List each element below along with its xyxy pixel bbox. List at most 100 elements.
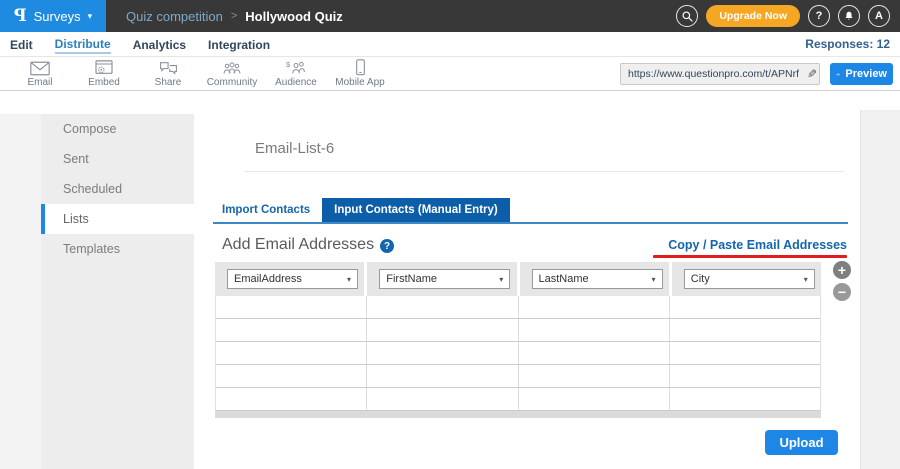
sidebar-item-compose[interactable]: Compose	[41, 114, 194, 144]
table-cell[interactable]	[670, 365, 820, 387]
contacts-table-body	[215, 296, 821, 411]
table-cell[interactable]	[670, 296, 820, 318]
table-cell[interactable]	[216, 388, 367, 410]
copy-paste-email-addresses-link[interactable]: Copy / Paste Email Addresses	[668, 238, 847, 252]
remove-row-button[interactable]: −	[833, 283, 851, 301]
toolbar-item-share[interactable]: Share	[136, 58, 200, 90]
sidebar-item-lists[interactable]: Lists	[41, 204, 194, 234]
table-cell[interactable]	[216, 342, 367, 364]
toolbar-item-email[interactable]: Email	[8, 58, 72, 90]
table-cell[interactable]	[670, 319, 820, 341]
toolbar-item-label: Audience	[275, 77, 317, 88]
survey-url-input[interactable]	[621, 68, 801, 80]
table-cell[interactable]	[519, 296, 670, 318]
table-row	[216, 296, 820, 319]
table-cell[interactable]	[367, 296, 518, 318]
column-select-email-address[interactable]: EmailAddress ▾	[227, 269, 358, 289]
table-cell[interactable]	[367, 388, 518, 410]
sidebar-item-templates[interactable]: Templates	[41, 234, 194, 264]
left-margin	[0, 114, 41, 469]
contacts-tabs: Import Contacts Input Contacts (Manual E…	[222, 198, 510, 222]
avatar[interactable]: A	[868, 5, 890, 27]
edit-url-icon[interactable]: ✎	[801, 67, 819, 81]
column-header: LastName ▾	[520, 262, 672, 296]
tab-input-contacts-manual-entry[interactable]: Input Contacts (Manual Entry)	[322, 198, 510, 222]
column-select-first-name[interactable]: FirstName ▾	[379, 269, 510, 289]
product-switcher-label: Surveys	[34, 9, 81, 24]
table-cell[interactable]	[367, 365, 518, 387]
table-cell[interactable]	[367, 319, 518, 341]
toolbar-item-community[interactable]: Community	[200, 58, 264, 90]
section-title: Add Email Addresses	[222, 236, 374, 254]
breadcrumb-parent-link[interactable]: Quiz competition	[126, 9, 223, 24]
topbar-actions: Upgrade Now ? A	[676, 0, 890, 32]
survey-url-field: ✎	[620, 63, 820, 85]
nav-item-integration[interactable]: Integration	[208, 35, 270, 53]
breadcrumb: Quiz competition > Hollywood Quiz	[126, 9, 343, 24]
bell-icon	[843, 10, 855, 22]
toolbar-item-label: Community	[207, 77, 258, 88]
nav-item-distribute[interactable]: Distribute	[55, 34, 111, 54]
table-row	[216, 388, 820, 411]
responses-count[interactable]: Responses: 12	[805, 37, 890, 51]
upload-button[interactable]: Upload	[765, 430, 838, 455]
search-icon	[681, 10, 694, 23]
search-button[interactable]	[676, 5, 698, 27]
select-value: LastName	[539, 273, 589, 285]
table-row	[216, 365, 820, 388]
column-select-last-name[interactable]: LastName ▾	[532, 269, 663, 289]
share-icon	[159, 59, 178, 76]
distribute-toolbar: Email Embed Share Community $ Audience	[0, 57, 900, 91]
email-sidebar: Compose Sent Scheduled Lists Templates	[41, 114, 194, 469]
column-select-city[interactable]: City ▾	[684, 269, 815, 289]
table-cell[interactable]	[519, 342, 670, 364]
survey-nav: Edit Distribute Analytics Integration Re…	[0, 32, 900, 57]
nav-item-analytics[interactable]: Analytics	[133, 35, 186, 53]
right-margin	[860, 110, 900, 469]
upgrade-button[interactable]: Upgrade Now	[706, 5, 800, 27]
table-cell[interactable]	[367, 342, 518, 364]
toolbar-item-label: Email	[27, 77, 52, 88]
select-value: FirstName	[386, 273, 437, 285]
contacts-table: EmailAddress ▾ FirstName ▾ LastName ▾ Ci…	[215, 262, 821, 411]
toolbar-item-label: Embed	[88, 77, 120, 88]
sidebar-item-sent[interactable]: Sent	[41, 144, 194, 174]
sidebar-item-scheduled[interactable]: Scheduled	[41, 174, 194, 204]
annotation-red-underline	[653, 255, 847, 258]
table-cell[interactable]	[670, 388, 820, 410]
eye-icon	[836, 70, 840, 79]
chevron-down-icon: ▾	[651, 275, 655, 284]
community-icon	[222, 59, 242, 76]
table-cell[interactable]	[519, 319, 670, 341]
product-switcher[interactable]: P Surveys ▾	[0, 0, 106, 32]
table-cell[interactable]	[519, 365, 670, 387]
preview-button[interactable]: Preview	[830, 63, 893, 85]
help-icon[interactable]: ?	[380, 239, 394, 253]
breadcrumb-current: Hollywood Quiz	[245, 9, 343, 24]
help-button[interactable]: ?	[808, 5, 830, 27]
table-cell[interactable]	[216, 296, 367, 318]
breadcrumb-separator-icon: >	[231, 10, 237, 22]
toolbar-item-embed[interactable]: Embed	[72, 58, 136, 90]
notifications-button[interactable]	[838, 5, 860, 27]
table-cell[interactable]	[216, 365, 367, 387]
table-cell[interactable]	[216, 319, 367, 341]
preview-button-label: Preview	[845, 68, 887, 80]
chevron-down-icon: ▾	[88, 11, 93, 22]
table-cell[interactable]	[670, 342, 820, 364]
title-divider	[245, 171, 845, 172]
toolbar-item-mobile-app[interactable]: Mobile App	[328, 58, 392, 90]
chevron-down-icon: ▾	[347, 275, 351, 284]
column-header: City ▾	[672, 262, 821, 296]
nav-item-edit[interactable]: Edit	[10, 35, 33, 53]
select-value: EmailAddress	[234, 273, 302, 285]
table-cell[interactable]	[519, 388, 670, 410]
table-row	[216, 342, 820, 365]
row-controls: + −	[833, 261, 851, 301]
horizontal-scrollbar[interactable]	[215, 411, 821, 418]
add-row-button[interactable]: +	[833, 261, 851, 279]
tabs-underline	[213, 222, 848, 224]
tab-import-contacts[interactable]: Import Contacts	[222, 198, 322, 222]
toolbar-item-audience[interactable]: $ Audience	[264, 58, 328, 90]
questionpro-logo-icon: P	[14, 6, 27, 26]
